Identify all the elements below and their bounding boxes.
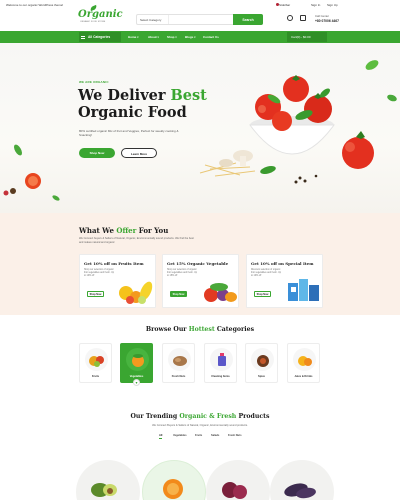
fruits-image-icon (119, 281, 153, 304)
categories-title-highlight: Hottest (188, 326, 215, 333)
shop-now-button[interactable]: Shop Now (79, 148, 115, 158)
offer-title-highlight: Offer (116, 226, 137, 235)
category-fresh-nuts[interactable]: Fresh Nuts (162, 343, 195, 383)
offer-card-title: Get 10% off on Special Item (251, 261, 314, 266)
search-button[interactable]: Search (233, 14, 263, 25)
hero-tagline: WE ARE ORGANIC (79, 80, 109, 84)
category-label: Juice & Drinks (294, 375, 313, 378)
categories-title-text: Categories (214, 326, 255, 333)
nav-item-home[interactable]: Home ▾ (128, 35, 138, 39)
olive-icon (10, 188, 16, 194)
nav-item-shop[interactable]: Shop ▾ (167, 35, 177, 39)
tab-all[interactable]: All (159, 434, 163, 439)
welcome-text: Welcome to our organic WordPress theme! (6, 3, 64, 7)
category-label: Spice (258, 375, 265, 378)
search-category-select[interactable]: Select Category (137, 15, 169, 24)
offer-card-vegetable: Get 15% Organic Vegetable Shop our selec… (162, 254, 239, 308)
vegetables-image-icon (204, 283, 237, 302)
cleaning-items-image (218, 353, 226, 366)
nav-item-blogs[interactable]: Blogs ▾ (185, 35, 195, 39)
nav-label: Blogs (185, 35, 194, 39)
category-juice-drinks[interactable]: Juice & Drinks (287, 343, 320, 383)
offer-title: What We Offer For You (79, 226, 168, 235)
language-selector[interactable]: Stdolbar (279, 3, 290, 7)
tomato-icon (342, 137, 374, 169)
search-input[interactable] (170, 15, 232, 24)
offer-card-desc: Shop our selection of organic fruit vege… (84, 269, 115, 278)
fresh-nuts-image (173, 356, 187, 366)
chevron-down-icon[interactable]: ▾ (133, 379, 140, 386)
category-label: Cleaning Items (211, 375, 230, 378)
offer-title-text: For You (136, 226, 169, 235)
offer-card-button[interactable]: Shop Now (254, 291, 271, 297)
nav-item-about[interactable]: About ▾ (148, 35, 159, 39)
vegetables-image (132, 354, 144, 367)
call-number: +80 07006 4467 (315, 19, 339, 23)
offer-card-special: Get 10% off on Special Item Discount sel… (246, 254, 323, 308)
category-label: Fresh Nuts (171, 375, 186, 378)
user-icon[interactable] (287, 15, 293, 21)
signup-link[interactable]: Sign Up (327, 3, 338, 7)
cart-icon[interactable] (300, 15, 306, 21)
tab-fruits[interactable]: Fruits (195, 434, 202, 437)
category-spice[interactable]: Spice (245, 343, 278, 383)
category-vegetables[interactable]: Vegetables (120, 343, 153, 383)
offer-subtitle: We Connect buyers & Sellers of Natural, … (79, 237, 194, 244)
offer-card-title: Get 15% Organic Vegetable (167, 261, 229, 266)
learn-more-button[interactable]: Learn More (121, 148, 157, 158)
signin-link[interactable]: Sign In (311, 3, 320, 7)
hero-title-line2: Organic Food (78, 104, 187, 121)
call-label: Call Center (315, 14, 329, 18)
nav-item-contact[interactable]: Contact Us (203, 35, 219, 39)
fruits-image (89, 356, 104, 367)
tab-fresh-nuts[interactable]: Fresh Nuts (228, 434, 242, 437)
offer-card-desc: Discount selection of organic fruit vege… (251, 269, 282, 278)
main-nav (0, 31, 400, 43)
all-categories-label: All Categories (88, 35, 111, 39)
spice-image (257, 355, 269, 367)
tab-salads[interactable]: Salads (211, 434, 219, 437)
category-cleaning-items[interactable]: Cleaning Items (204, 343, 237, 383)
trending-title-text: Products (236, 413, 270, 420)
hero-title-line1: We Deliver Best (78, 87, 207, 104)
product-images (91, 479, 316, 499)
hero-description: 80% certified organic Mix of fruit and V… (79, 129, 179, 138)
tab-vegetables[interactable]: Vegetables (173, 434, 187, 437)
category-label: Vegetables (129, 375, 144, 378)
nav-label: Contact Us (203, 35, 219, 39)
logo-tagline: ORGANIC FOOD STORE (80, 21, 106, 23)
offer-card-button[interactable]: Shop Now (170, 291, 187, 297)
categories-title-text: Browse Our (145, 326, 189, 333)
site-logo[interactable]: Organic (78, 9, 123, 20)
offer-card-button[interactable]: Shop Now (87, 291, 104, 297)
menu-icon (81, 35, 85, 39)
leaf-icon (365, 60, 379, 70)
category-label: Fruits (91, 375, 100, 378)
juice-drinks-image (298, 356, 312, 366)
hero-title-text: We Deliver (78, 87, 171, 104)
trending-subtitle: We Connect Buyers & Sellers of Natural, … (152, 424, 248, 427)
all-categories-button[interactable]: All Categories (79, 32, 121, 42)
nav-label: Shop (167, 35, 175, 39)
nav-label: About (148, 35, 157, 39)
offer-card-desc: Shop our selection of organic fruit vege… (167, 269, 198, 278)
hero-title-highlight: Best (170, 87, 207, 104)
trending-title-highlight: Organic & Fresh (179, 413, 237, 420)
offer-card-fruits: Get 10% off on Fruits Item Shop our sele… (79, 254, 156, 308)
cart-summary[interactable]: Cart(0) - $0.00 (287, 32, 327, 42)
nav-label: Home (128, 35, 137, 39)
hero-illustration (3, 60, 397, 201)
trending-title-text: Our Trending (130, 413, 180, 420)
category-fruits[interactable]: Fruits (79, 343, 112, 383)
special-items-image-icon (288, 279, 319, 301)
offer-card-title: Get 10% off on Fruits Item (84, 261, 144, 266)
leaf-icon (14, 144, 22, 156)
offer-title-text: What We (79, 226, 117, 235)
trending-title: Our Trending Organic & Fresh Products (0, 413, 400, 420)
categories-title: Browse Our Hottest Categories (0, 326, 400, 333)
